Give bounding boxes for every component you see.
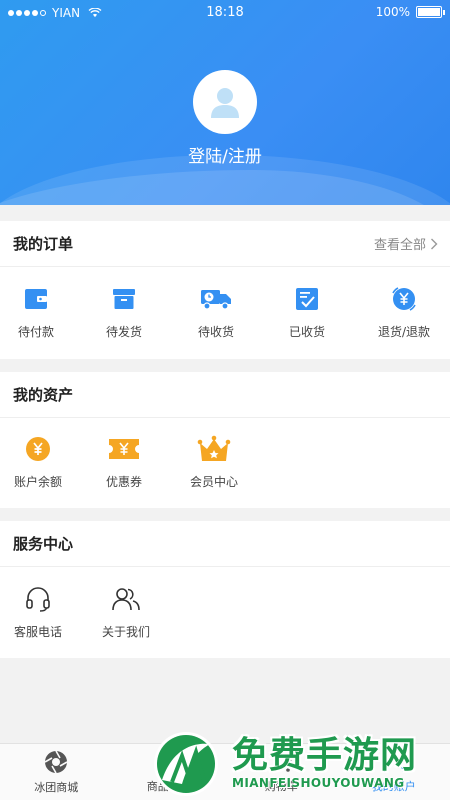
service-customer-phone[interactable]: 客服电话 — [0, 567, 76, 657]
user-silhouette-icon — [211, 88, 239, 118]
delivery-truck-icon — [200, 285, 232, 313]
status-bar: YIAN 18:18 100% — [0, 0, 450, 26]
tab-label: 冰团商城 — [34, 781, 79, 794]
order-pending-shipment[interactable]: 待发货 — [72, 267, 176, 358]
package-box-icon — [110, 285, 138, 313]
orders-title: 我的订单 — [13, 235, 74, 253]
refund-yen-icon — [390, 285, 418, 313]
watermark-logo — [154, 732, 218, 796]
crown-icon — [197, 435, 231, 463]
view-all-orders-link[interactable]: 查看全部 — [374, 234, 438, 253]
coupon-icon — [107, 435, 141, 463]
order-pending-payment[interactable]: 待付款 — [0, 267, 72, 358]
services-card: 服务中心 客服电话 关于我们 — [0, 521, 450, 658]
chevron-right-icon — [431, 238, 438, 249]
people-icon — [110, 585, 142, 613]
order-received[interactable]: 已收货 — [256, 267, 358, 358]
headset-icon — [24, 585, 52, 613]
order-refund[interactable]: 退货/退款 — [358, 267, 450, 358]
asset-coupons[interactable]: 优惠券 — [76, 418, 172, 507]
orders-card: 我的订单 查看全部 待付款 待发货 待收货 已收货 退货/退款 — [0, 221, 450, 359]
assets-card: 我的资产 账户余额 优惠券 会员中心 — [0, 372, 450, 508]
battery-percent: 100% — [375, 5, 410, 19]
login-register-link[interactable]: 登陆/注册 — [0, 142, 450, 167]
shutter-logo-icon — [44, 750, 68, 774]
battery-icon — [416, 6, 445, 18]
profile-header: YIAN 18:18 100% 登陆/注册 — [0, 0, 450, 205]
watermark-title: 免费手游网 — [232, 735, 418, 776]
service-about-us[interactable]: 关于我们 — [76, 567, 176, 657]
wallet-icon — [22, 285, 50, 313]
asset-account-balance[interactable]: 账户余额 — [0, 418, 76, 507]
services-title: 服务中心 — [13, 535, 74, 553]
yen-coin-icon — [24, 435, 52, 463]
avatar[interactable] — [193, 70, 257, 134]
asset-member-center[interactable]: 会员中心 — [172, 418, 256, 507]
received-check-icon — [293, 285, 321, 313]
order-pending-receipt[interactable]: 待收货 — [176, 267, 256, 358]
view-all-label: 查看全部 — [373, 238, 426, 253]
watermark-subtitle: MIANFEISHOUYOUWANG — [232, 776, 405, 790]
tab-store-home[interactable]: 冰团商城 — [0, 744, 113, 800]
assets-title: 我的资产 — [13, 386, 74, 404]
watermark: 免费手游网 MIANFEISHOUYOUWANG — [150, 726, 450, 800]
